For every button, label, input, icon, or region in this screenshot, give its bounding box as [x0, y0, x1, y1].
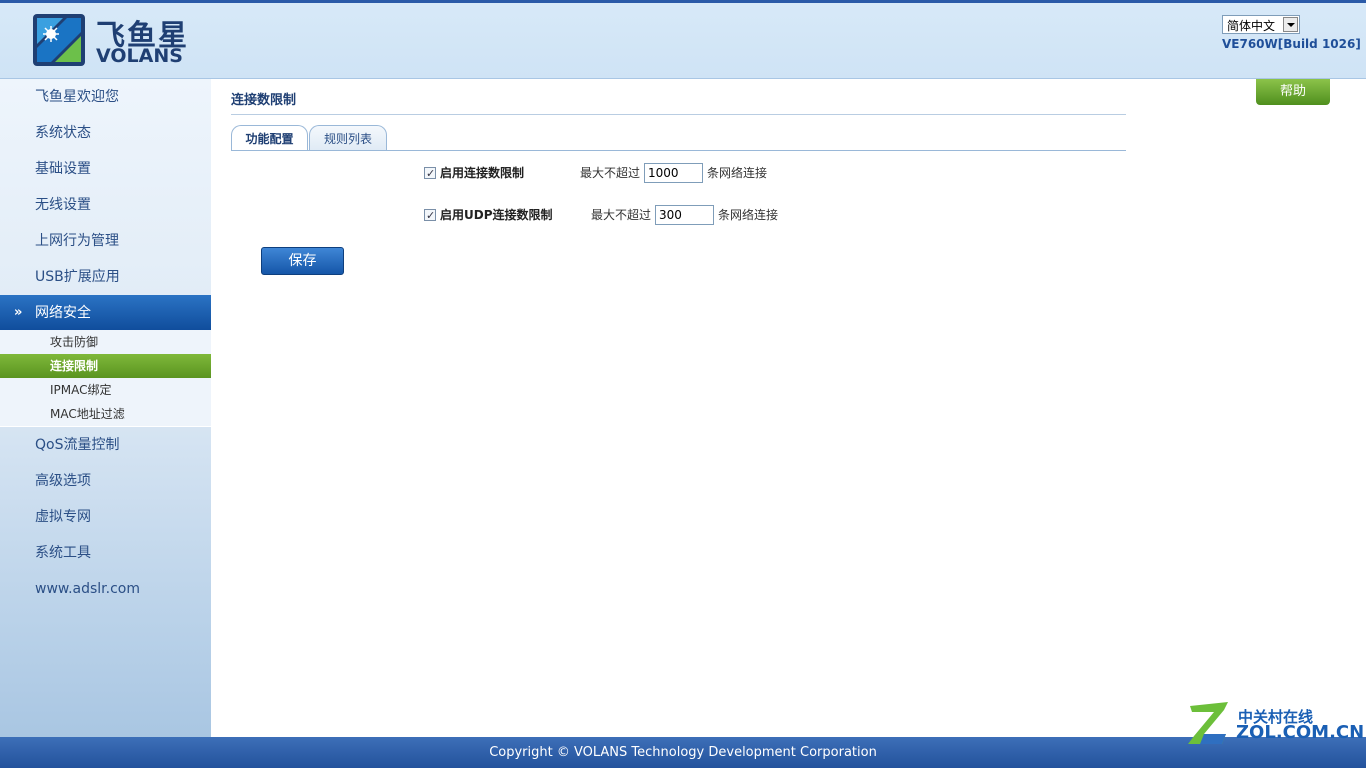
- volans-logo-icon: [33, 14, 85, 66]
- sidebar-item-qos[interactable]: QoS流量控制: [0, 427, 211, 463]
- udp-max-prefix-label: 最大不超过: [591, 208, 652, 222]
- sidebar-item-vpn[interactable]: 虚拟专网: [0, 499, 211, 535]
- sidebar-item-welcome[interactable]: 飞鱼星欢迎您: [0, 79, 211, 115]
- tab-divider: [231, 150, 1126, 151]
- max-udp-connections-input[interactable]: [655, 205, 714, 225]
- title-divider: [231, 114, 1126, 115]
- enable-connection-limit-label: 启用连接数限制: [440, 166, 525, 180]
- submenu-network-security: 攻击防御 连接限制 IPMAC绑定 MAC地址过滤: [0, 330, 211, 427]
- enable-udp-connection-limit-checkbox[interactable]: [424, 205, 436, 227]
- zol-logo-icon: [1188, 702, 1228, 744]
- enable-connection-limit-checkbox[interactable]: [424, 163, 436, 185]
- submenu-item-mac-filter[interactable]: MAC地址过滤: [0, 402, 211, 426]
- sidebar-item-system-tools[interactable]: 系统工具: [0, 535, 211, 571]
- submenu-item-connection-limit[interactable]: 连接限制: [0, 354, 211, 378]
- sidebar-item-wireless-settings[interactable]: 无线设置: [0, 187, 211, 223]
- udp-connection-limit-row: 启用UDP连接数限制 最大不超过 条网络连接: [424, 204, 794, 227]
- double-chevron-down-icon: »: [14, 305, 23, 320]
- sidebar-item-label: 网络安全: [35, 305, 91, 321]
- udp-connections-suffix-label: 条网络连接: [718, 208, 779, 222]
- volans-logo[interactable]: 飞鱼星 VOLANS: [33, 14, 193, 68]
- language-select[interactable]: 简体中文: [1222, 15, 1300, 34]
- sidebar-item-basic-settings[interactable]: 基础设置: [0, 151, 211, 187]
- footer-copyright: Copyright © VOLANS Technology Developmen…: [0, 737, 1366, 768]
- firmware-version: VE760W[Build 1026]: [1222, 37, 1361, 51]
- max-connections-input[interactable]: [644, 163, 703, 183]
- header: 飞鱼星 VOLANS 简体中文 VE760W[Build 1026]: [0, 0, 1366, 79]
- sidebar-item-advanced[interactable]: 高级选项: [0, 463, 211, 499]
- max-prefix-label: 最大不超过: [580, 166, 641, 180]
- sidebar-item-network-security[interactable]: » 网络安全: [0, 295, 211, 331]
- chevron-down-icon[interactable]: [1283, 17, 1298, 32]
- logo-text-en: VOLANS: [96, 45, 183, 67]
- sidebar-item-behavior-management[interactable]: 上网行为管理: [0, 223, 211, 259]
- connection-limit-row: 启用连接数限制 最大不超过 条网络连接: [424, 162, 784, 185]
- submenu-item-attack-defense[interactable]: 攻击防御: [0, 330, 211, 354]
- tab-function-config[interactable]: 功能配置: [231, 125, 308, 151]
- tab-rule-list[interactable]: 规则列表: [309, 125, 387, 151]
- help-button[interactable]: 帮助: [1256, 79, 1330, 105]
- connections-suffix-label: 条网络连接: [707, 166, 768, 180]
- submenu-item-ipmac-binding[interactable]: IPMAC绑定: [0, 378, 211, 402]
- enable-udp-connection-limit-label: 启用UDP连接数限制: [440, 208, 553, 222]
- sidebar-item-system-status[interactable]: 系统状态: [0, 115, 211, 151]
- sidebar-item-website-link[interactable]: www.adslr.com: [0, 571, 211, 607]
- save-button[interactable]: 保存: [261, 247, 344, 275]
- zol-watermark: 中关村在线 ZOL.COM.CN: [1186, 700, 1364, 750]
- page-title: 连接数限制: [231, 93, 297, 108]
- zol-watermark-en: ZOL.COM.CN: [1236, 722, 1365, 743]
- sidebar-item-usb[interactable]: USB扩展应用: [0, 259, 211, 295]
- language-select-value: 简体中文: [1227, 19, 1276, 33]
- sidebar: 飞鱼星欢迎您 系统状态 基础设置 无线设置 上网行为管理 USB扩展应用 » 网…: [0, 79, 211, 737]
